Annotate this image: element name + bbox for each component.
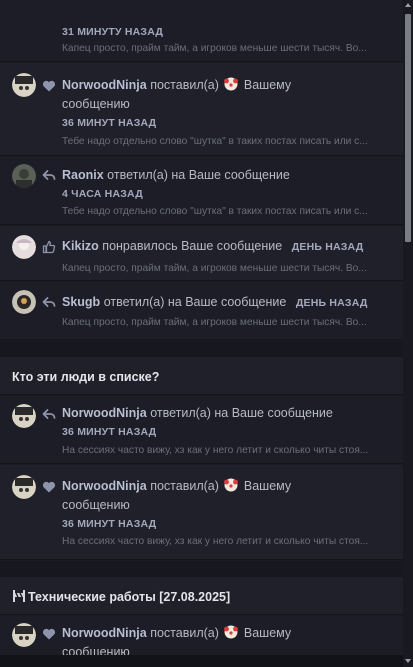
username-link[interactable]: Kikizo <box>62 239 99 253</box>
notification-item[interactable]: 31 МИНУТУ НАЗАД Капец просто, прайм тайм… <box>0 0 403 62</box>
notification-time: 36 МИНУТ НАЗАД <box>62 518 157 530</box>
notification-time: 31 МИНУТУ НАЗАД <box>62 26 164 38</box>
notification-item[interactable]: Skugb ответил(а) на Ваше сообщение ДЕНЬ … <box>0 282 403 340</box>
notification-action: ответил(а) на Ваше сообщение <box>103 295 287 309</box>
notification-item[interactable]: NorwoodNinja ответил(а) на Ваше сообщени… <box>0 396 403 464</box>
notification-action: понравилось Ваше сообщение <box>102 239 283 253</box>
notification-item[interactable]: NorwoodNinja поставил(а) Вашему сообщени… <box>0 465 403 560</box>
notification-action: поставил(а) <box>150 78 219 92</box>
notification-suffix: сообщению <box>62 498 130 512</box>
thread-divider <box>0 561 403 577</box>
heart-icon <box>42 79 56 93</box>
notification-snippet[interactable]: Тебе надо отдельно слово "шутка" в таких… <box>62 136 387 147</box>
reply-icon <box>42 295 56 309</box>
avatar[interactable] <box>12 404 36 428</box>
avatar[interactable] <box>12 73 36 97</box>
notification-item[interactable]: Kikizo понравилось Ваше сообщение ДЕНЬ Н… <box>0 226 403 281</box>
avatar[interactable] <box>12 623 36 647</box>
notification-snippet[interactable]: На сессиях часто вижу, хз как у него лет… <box>62 536 387 547</box>
avatar[interactable] <box>12 290 36 314</box>
notification-snippet[interactable]: На сессиях часто вижу, хз как у него лет… <box>62 445 387 456</box>
notification-suffix: Вашему <box>243 626 292 640</box>
thread-header[interactable]: Кто эти люди в списке? <box>0 357 403 395</box>
heart-icon <box>42 627 56 641</box>
notification-time: ДЕНЬ НАЗАД <box>295 297 368 309</box>
username-link[interactable]: NorwoodNinja <box>62 479 147 493</box>
reply-icon <box>42 407 56 421</box>
bottom-edge <box>0 655 403 667</box>
clown-emoji-icon <box>224 77 239 97</box>
username-link[interactable]: Raonix <box>62 168 104 182</box>
username-link[interactable]: NorwoodNinja <box>62 626 147 640</box>
notification-item[interactable]: NorwoodNinja поставил(а) Вашему сообщени… <box>0 63 403 156</box>
barrier-icon <box>12 589 26 603</box>
thumbs-up-icon <box>42 240 56 254</box>
notifications-panel: 31 МИНУТУ НАЗАД Капец просто, прайм тайм… <box>0 0 403 667</box>
notification-action: поставил(а) <box>150 626 219 640</box>
scrollbar-thumb[interactable] <box>405 14 411 242</box>
thread-header[interactable]: Технические работы [27.08.2025] <box>0 577 403 615</box>
notification-suffix: сообщению <box>62 97 130 111</box>
notification-snippet[interactable]: Капец просто, прайм тайм, а игроков мень… <box>62 263 387 274</box>
notification-action: ответил(а) на Ваше сообщение <box>150 406 333 420</box>
scroll-up-icon[interactable] <box>405 3 411 7</box>
notification-snippet[interactable]: Капец просто, прайм тайм, а игроков мень… <box>62 317 387 328</box>
username-link[interactable]: NorwoodNinja <box>62 78 147 92</box>
scroll-down-icon[interactable] <box>405 659 411 663</box>
thread-title[interactable]: Кто эти люди в списке? <box>12 370 159 384</box>
scrollbar[interactable] <box>403 0 413 667</box>
notification-item[interactable]: Raonix ответил(а) на Ваше сообщение 4 ЧА… <box>0 157 403 225</box>
notification-action: ответил(а) на Ваше сообщение <box>107 168 290 182</box>
heart-icon <box>42 480 56 494</box>
notification-snippet[interactable]: Капец просто, прайм тайм, а игроков мень… <box>62 43 387 54</box>
notification-time: 36 МИНУТ НАЗАД <box>62 117 157 129</box>
notification-time: 36 МИНУТ НАЗАД <box>62 426 157 438</box>
notification-suffix: Вашему <box>243 479 292 493</box>
clown-emoji-icon <box>224 625 239 645</box>
notification-time: ДЕНЬ НАЗАД <box>291 241 364 253</box>
avatar[interactable] <box>12 235 36 259</box>
username-link[interactable]: Skugb <box>62 295 100 309</box>
notification-action: поставил(а) <box>150 479 219 493</box>
thread-title[interactable]: Технические работы [27.08.2025] <box>28 590 230 604</box>
thread-divider <box>0 341 403 357</box>
notification-time: 4 ЧАСА НАЗАД <box>62 188 143 200</box>
avatar[interactable] <box>12 164 36 188</box>
notification-suffix: Вашему <box>243 78 292 92</box>
username-link[interactable]: NorwoodNinja <box>62 406 147 420</box>
avatar[interactable] <box>12 475 36 499</box>
notification-snippet[interactable]: Тебе надо отдельно слово "шутка" в таких… <box>62 206 387 217</box>
clown-emoji-icon <box>224 478 239 498</box>
reply-icon <box>42 168 56 182</box>
